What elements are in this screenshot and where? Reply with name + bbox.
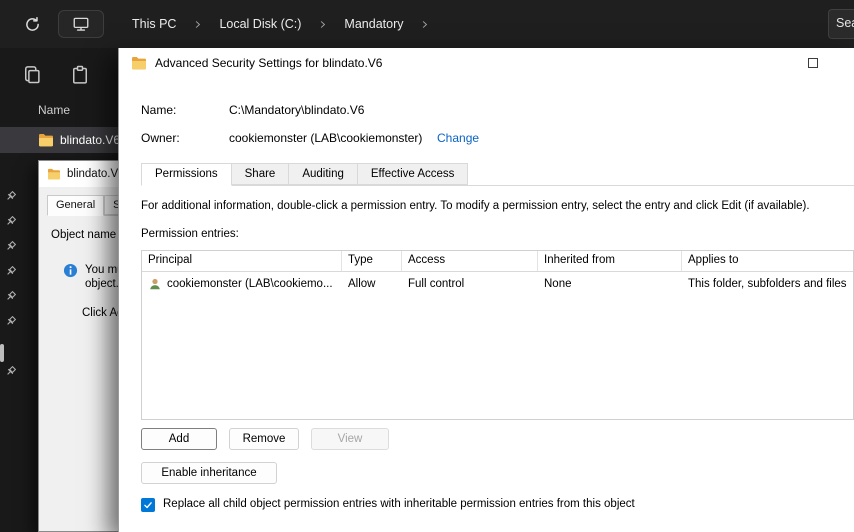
refresh-button[interactable] bbox=[20, 12, 44, 36]
column-header-principal[interactable]: Principal bbox=[142, 251, 342, 271]
principal-text: cookiemonster (LAB\cookiemo... bbox=[167, 278, 333, 290]
column-header-applies-to[interactable]: Applies to bbox=[682, 251, 853, 271]
pin-icon[interactable] bbox=[4, 365, 17, 378]
pin-icon[interactable] bbox=[4, 315, 17, 328]
remove-button[interactable]: Remove bbox=[229, 428, 299, 450]
breadcrumb: This PC Local Disk (C:) Mandatory bbox=[126, 13, 440, 35]
dialog-tabs: Permissions Share Auditing Effective Acc… bbox=[141, 163, 854, 186]
replace-permissions-checkbox[interactable] bbox=[141, 498, 155, 512]
permissions-description: For additional information, double-click… bbox=[141, 200, 810, 212]
object-name-label: Object name bbox=[51, 229, 117, 241]
selected-file-label: blindato.V6 bbox=[60, 133, 121, 147]
breadcrumb-local-disk[interactable]: Local Disk (C:) bbox=[213, 13, 307, 35]
column-header-name[interactable]: Name bbox=[38, 103, 70, 117]
refresh-icon bbox=[25, 16, 39, 31]
tab-share[interactable]: Share bbox=[231, 163, 290, 185]
permission-entries-table: Principal Type Access Inherited from App… bbox=[141, 250, 854, 420]
advanced-security-dialog: Advanced Security Settings for blindato.… bbox=[118, 48, 854, 532]
type-cell: Allow bbox=[348, 278, 376, 290]
tab-general[interactable]: General bbox=[47, 195, 105, 216]
column-header-inherited-from[interactable]: Inherited from bbox=[538, 251, 682, 271]
selected-file-row[interactable]: blindato.V6 bbox=[0, 127, 121, 153]
principal-cell: cookiemonster (LAB\cookiemo... bbox=[142, 277, 342, 291]
location-button[interactable] bbox=[58, 10, 104, 38]
search-input[interactable]: Sea bbox=[828, 9, 854, 39]
column-header-access[interactable]: Access bbox=[402, 251, 538, 271]
chevron-right-icon bbox=[193, 20, 202, 29]
tab-effective-access[interactable]: Effective Access bbox=[357, 163, 469, 185]
maximize-button[interactable] bbox=[808, 58, 818, 68]
breadcrumb-this-pc[interactable]: This PC bbox=[126, 13, 182, 35]
copy-icon[interactable] bbox=[22, 65, 42, 85]
pin-icon[interactable] bbox=[4, 215, 17, 228]
change-owner-link[interactable]: Change bbox=[437, 131, 479, 145]
explorer-address-bar: This PC Local Disk (C:) Mandatory Sea bbox=[0, 0, 854, 48]
add-button[interactable]: Add bbox=[141, 428, 217, 450]
nav-scrollbar-thumb[interactable] bbox=[0, 344, 4, 362]
properties-title: blindato.V bbox=[67, 168, 119, 180]
pin-icon[interactable] bbox=[4, 190, 17, 203]
tab-permissions[interactable]: Permissions bbox=[141, 163, 232, 186]
folder-icon bbox=[39, 134, 53, 147]
table-header-row: Principal Type Access Inherited from App… bbox=[142, 251, 853, 272]
view-button[interactable]: View bbox=[311, 428, 389, 450]
this-pc-monitor-icon bbox=[73, 17, 89, 31]
inherited-from-cell: None bbox=[544, 278, 572, 290]
paste-icon[interactable] bbox=[70, 65, 90, 85]
search-text: Sea bbox=[836, 16, 854, 30]
info-icon bbox=[63, 263, 78, 278]
replace-permissions-label: Replace all child object permission entr… bbox=[163, 498, 635, 510]
owner-label: Owner: bbox=[141, 131, 180, 145]
owner-value: cookiemonster (LAB\cookiemonster) bbox=[229, 131, 423, 145]
name-value: C:\Mandatory\blindato.V6 bbox=[229, 103, 365, 117]
folder-icon bbox=[132, 57, 146, 70]
dialog-titlebar[interactable]: Advanced Security Settings for blindato.… bbox=[119, 48, 854, 78]
permission-entries-label: Permission entries: bbox=[141, 228, 239, 240]
folder-icon bbox=[48, 168, 60, 180]
pin-icon[interactable] bbox=[4, 265, 17, 278]
chevron-right-icon bbox=[420, 20, 429, 29]
enable-inheritance-button[interactable]: Enable inheritance bbox=[141, 462, 277, 484]
access-cell: Full control bbox=[408, 278, 465, 290]
dialog-title: Advanced Security Settings for blindato.… bbox=[155, 56, 383, 70]
breadcrumb-mandatory[interactable]: Mandatory bbox=[338, 13, 409, 35]
check-icon bbox=[144, 502, 152, 509]
pin-icon[interactable] bbox=[4, 290, 17, 303]
screen: This PC Local Disk (C:) Mandatory Sea bbox=[0, 0, 854, 532]
user-avatar-icon bbox=[150, 278, 160, 290]
name-label: Name: bbox=[141, 103, 177, 117]
column-header-type[interactable]: Type bbox=[342, 251, 402, 271]
tab-auditing[interactable]: Auditing bbox=[289, 163, 358, 185]
chevron-right-icon bbox=[318, 20, 327, 29]
pin-icon[interactable] bbox=[4, 240, 17, 253]
table-row[interactable]: cookiemonster (LAB\cookiemo... Allow Ful… bbox=[142, 272, 853, 296]
info-text-line2: object. bbox=[85, 278, 119, 290]
applies-to-cell: This folder, subfolders and files bbox=[688, 278, 847, 290]
